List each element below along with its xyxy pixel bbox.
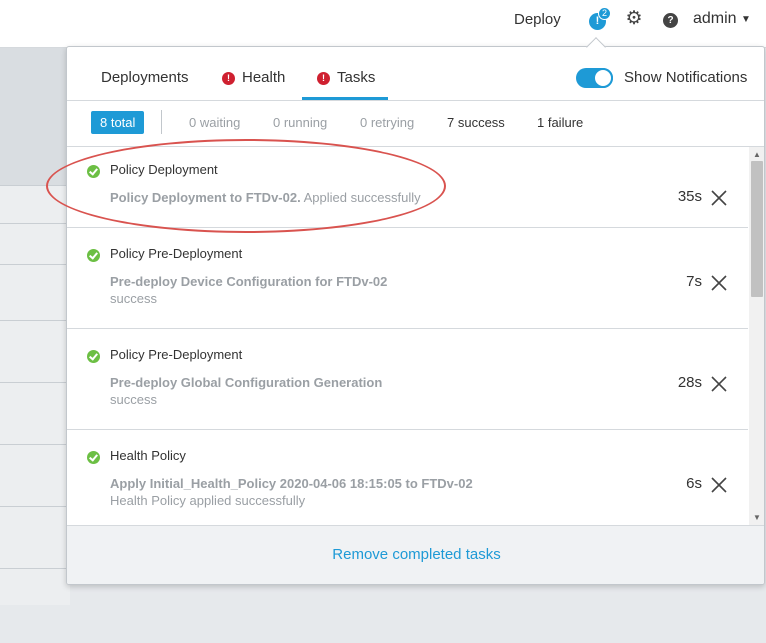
task-duration: 28s xyxy=(677,374,702,391)
filter-divider xyxy=(161,110,162,134)
task-item: Policy Deployment Policy Deployment to F… xyxy=(67,147,748,228)
task-status: success xyxy=(110,291,157,306)
background-row-divider xyxy=(0,320,70,321)
success-check-icon xyxy=(87,350,100,363)
task-duration: 35s xyxy=(677,188,702,205)
task-description-bold: Apply Initial_Health_Policy 2020-04-06 1… xyxy=(110,476,473,491)
success-check-icon xyxy=(87,165,100,178)
toggle-knob xyxy=(593,68,613,88)
tab-deployments[interactable]: Deployments xyxy=(101,69,189,86)
task-description-bold: Pre-deploy Device Configuration for FTDv… xyxy=(110,274,388,289)
active-tab-indicator xyxy=(302,97,388,100)
filter-total[interactable]: 8 total xyxy=(91,111,145,134)
background-table xyxy=(0,48,70,643)
notifications-button[interactable]: ! 2 xyxy=(588,7,611,30)
show-notifications-label: Show Notifications xyxy=(624,69,748,86)
show-notifications-toggle[interactable] xyxy=(576,68,613,88)
background-row-divider xyxy=(0,382,70,383)
task-item: Health Policy Apply Initial_Health_Polic… xyxy=(67,430,748,525)
background-row-divider xyxy=(0,506,70,507)
background-table-body xyxy=(0,185,70,605)
task-description-rest: Applied successfully xyxy=(300,190,421,205)
filter-retrying[interactable]: 0 retrying xyxy=(360,115,414,130)
task-list-scrollbar[interactable]: ▲ ▼ xyxy=(749,147,764,525)
task-description: Policy Deployment to FTDv-02. Applied su… xyxy=(110,190,421,205)
notifications-popover: Deployments ! Health ! Tasks Show Notifica… xyxy=(66,46,765,585)
notification-count-badge: 2 xyxy=(598,7,611,20)
deploy-link[interactable]: Deploy xyxy=(514,11,561,28)
task-description: Pre-deploy Device Configuration for FTDv… xyxy=(110,274,387,289)
task-title: Policy Pre-Deployment xyxy=(110,246,243,261)
error-icon: ! xyxy=(317,72,330,85)
tab-label: Tasks xyxy=(337,69,376,86)
tab-tasks[interactable]: ! Tasks xyxy=(317,69,375,86)
chevron-down-icon[interactable]: ▼ xyxy=(741,14,751,25)
background-row-divider xyxy=(0,185,70,186)
task-description: Pre-deploy Global Configuration Generati… xyxy=(110,375,382,390)
task-status: success xyxy=(110,392,157,407)
background-row-divider xyxy=(0,223,70,224)
task-item: Policy Pre-Deployment Pre-deploy Device … xyxy=(67,228,748,329)
task-description: Apply Initial_Health_Policy 2020-04-06 1… xyxy=(110,476,473,491)
background-row-divider xyxy=(0,444,70,445)
popover-tabs: Deployments ! Health ! Tasks Show Notifica… xyxy=(67,47,764,101)
task-description-bold: Policy Deployment to FTDv-02. xyxy=(110,190,301,205)
task-duration: 7s xyxy=(686,273,702,290)
close-icon[interactable] xyxy=(710,375,728,393)
task-title: Health Policy xyxy=(110,448,186,463)
task-list: Policy Deployment Policy Deployment to F… xyxy=(67,147,748,525)
background-table-header xyxy=(0,48,70,185)
filter-failure[interactable]: 1 failure xyxy=(537,115,583,130)
filter-running[interactable]: 0 running xyxy=(273,115,327,130)
scrollbar-thumb[interactable] xyxy=(751,161,763,297)
task-title: Policy Deployment xyxy=(110,162,218,177)
tab-label: Deployments xyxy=(101,69,189,86)
top-bar: Deploy ! 2 ⚙ ? admin ▼ xyxy=(0,0,766,48)
gear-icon[interactable]: ⚙ xyxy=(624,9,644,29)
background-row-divider xyxy=(0,264,70,265)
close-icon[interactable] xyxy=(710,274,728,292)
filter-success[interactable]: 7 success xyxy=(447,115,505,130)
user-menu[interactable]: admin xyxy=(693,10,737,28)
close-icon[interactable] xyxy=(710,476,728,494)
success-check-icon xyxy=(87,451,100,464)
filter-waiting[interactable]: 0 waiting xyxy=(189,115,240,130)
tab-health[interactable]: ! Health xyxy=(222,69,285,86)
task-item: Policy Pre-Deployment Pre-deploy Global … xyxy=(67,329,748,430)
scroll-up-icon[interactable]: ▲ xyxy=(753,150,761,159)
error-icon: ! xyxy=(222,72,235,85)
task-filters: 8 total 0 waiting 0 running 0 retrying 7… xyxy=(67,101,764,147)
task-title: Policy Pre-Deployment xyxy=(110,347,243,362)
scroll-down-icon[interactable]: ▼ xyxy=(753,513,761,522)
help-icon[interactable]: ? xyxy=(663,13,678,28)
task-duration: 6s xyxy=(686,475,702,492)
success-check-icon xyxy=(87,249,100,262)
remove-completed-tasks-link[interactable]: Remove completed tasks xyxy=(67,546,764,563)
popover-footer: Remove completed tasks xyxy=(67,525,764,584)
task-description-bold: Pre-deploy Global Configuration Generati… xyxy=(110,375,383,390)
background-row-divider xyxy=(0,568,70,569)
task-status: Health Policy applied successfully xyxy=(110,493,306,508)
close-icon[interactable] xyxy=(710,189,728,207)
tab-label: Health xyxy=(242,69,286,86)
